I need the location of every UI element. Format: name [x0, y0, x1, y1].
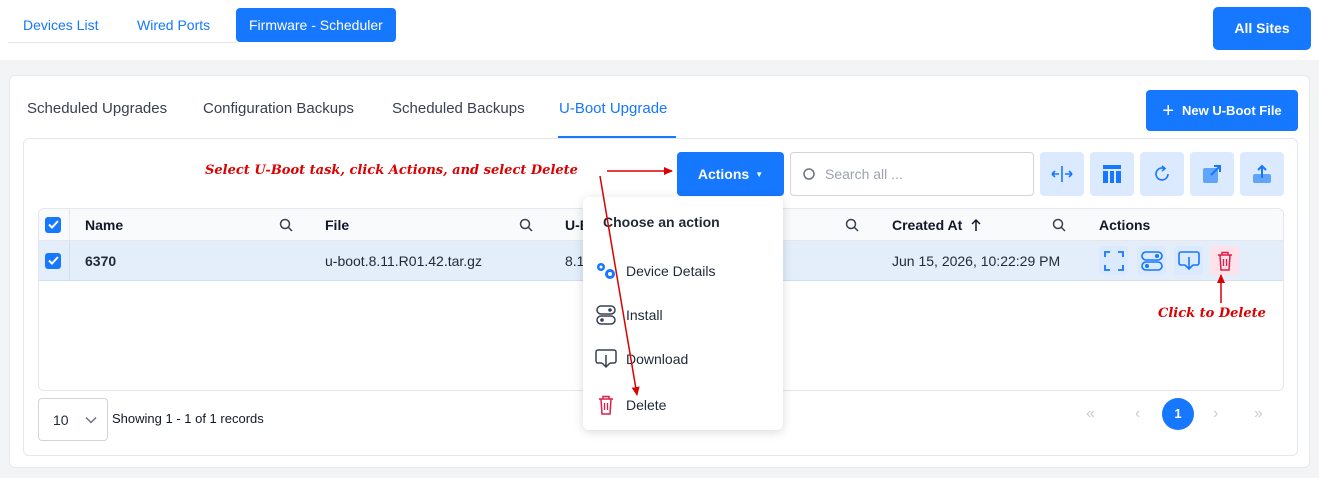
trash-icon — [599, 395, 613, 415]
cell-file: u-boot.8.11.R01.42.tar.gz — [325, 252, 482, 269]
row-details-button[interactable] — [1099, 246, 1128, 275]
expand-icon — [1103, 250, 1124, 271]
search-input[interactable] — [825, 166, 1015, 182]
new-uboot-file-label: New U-Boot File — [1182, 103, 1282, 118]
last-page-icon[interactable]: » — [1254, 398, 1263, 430]
menu-item-label: Install — [626, 307, 663, 323]
sort-up-icon[interactable] — [970, 209, 982, 240]
menu-item-install[interactable]: Install — [595, 305, 663, 325]
chevron-down-icon — [85, 416, 97, 424]
actions-dropdown: Choose an action Device Details Install … — [583, 197, 783, 430]
export-icon — [1203, 165, 1221, 183]
first-page-icon[interactable]: « — [1086, 398, 1095, 430]
gears-icon — [597, 263, 615, 279]
tab-wired-ports[interactable]: Wired Ports — [123, 8, 224, 42]
created-filter-icon[interactable] — [1052, 209, 1066, 240]
records-count: Showing 1 - 1 of 1 records — [112, 411, 264, 426]
plus-icon: + — [1162, 99, 1174, 122]
cell-uboot: 8.1 — [565, 252, 585, 269]
file-filter-icon[interactable] — [519, 209, 533, 240]
top-navigation: Devices List Wired Ports Firmware - Sche… — [0, 0, 1319, 60]
download-icon — [1177, 250, 1200, 270]
next-page-icon[interactable]: › — [1213, 398, 1218, 430]
check-icon — [47, 256, 59, 265]
header-actions: Actions — [1099, 216, 1151, 233]
search-icon — [803, 168, 815, 180]
refresh-button[interactable] — [1140, 152, 1184, 196]
cell-name: 6370 — [85, 252, 117, 269]
upload-icon — [1253, 164, 1271, 183]
columns-button[interactable] — [1090, 152, 1134, 196]
page-size-value: 10 — [53, 411, 69, 428]
header-name[interactable]: Name — [85, 209, 123, 240]
toggle-icon — [1140, 250, 1163, 271]
menu-item-label: Delete — [626, 397, 667, 413]
actions-label: Actions — [697, 166, 750, 182]
page-size-select[interactable]: 10 — [38, 398, 108, 441]
refresh-icon — [1155, 165, 1169, 181]
header-file[interactable]: File — [325, 209, 349, 240]
column-divider — [69, 209, 70, 240]
tab-uboot-upgrade[interactable]: U-Boot Upgrade — [559, 100, 667, 117]
menu-item-label: Device Details — [626, 263, 716, 279]
page-1-button[interactable]: 1 — [1162, 398, 1194, 430]
toggle-icon — [596, 305, 616, 325]
columns-icon — [1103, 165, 1121, 183]
new-uboot-file-button[interactable]: + New U-Boot File — [1146, 90, 1298, 131]
check-icon — [47, 220, 59, 229]
resize-columns-button[interactable] — [1040, 152, 1084, 196]
row-select-cell — [45, 241, 61, 280]
cell-created-at: Jun 15, 2026, 10:22:29 PM — [892, 252, 1061, 269]
header-created-at[interactable]: Created At — [892, 209, 962, 240]
caret-down-icon: ▼ — [755, 169, 764, 179]
uboot-filter-icon[interactable] — [845, 209, 859, 240]
menu-item-download[interactable]: Download — [595, 349, 688, 369]
prev-page-icon[interactable]: ‹ — [1135, 398, 1140, 430]
menu-item-delete[interactable]: Delete — [595, 395, 666, 415]
select-all-cell — [45, 209, 61, 240]
menu-item-label: Download — [626, 351, 689, 367]
click-delete-annotation: Click to Delete — [1158, 306, 1266, 321]
dropdown-title: Choose an action — [603, 214, 720, 230]
tab-devices-list[interactable]: Devices List — [9, 8, 112, 42]
row-checkbox[interactable] — [45, 252, 61, 269]
row-download-button[interactable] — [1174, 246, 1203, 275]
column-divider — [69, 241, 70, 280]
tab-configuration-backups[interactable]: Configuration Backups — [203, 100, 354, 117]
upload-button[interactable] — [1240, 152, 1284, 196]
tab-divider — [8, 42, 236, 43]
tab-scheduled-upgrades[interactable]: Scheduled Upgrades — [27, 100, 167, 117]
actions-button[interactable]: Actions ▼ — [677, 152, 784, 196]
export-button[interactable] — [1190, 152, 1234, 196]
name-filter-icon[interactable] — [279, 209, 293, 240]
select-all-checkbox[interactable] — [45, 216, 61, 233]
all-sites-button[interactable]: All Sites — [1213, 7, 1311, 50]
download-icon — [595, 349, 617, 369]
tab-firmware-scheduler[interactable]: Firmware - Scheduler — [236, 8, 396, 42]
row-install-button[interactable] — [1137, 246, 1166, 275]
instruction-annotation: Select U-Boot task, click Actions, and s… — [205, 163, 578, 178]
trash-icon — [1217, 251, 1232, 271]
search-box[interactable] — [790, 152, 1034, 196]
tab-scheduled-backups[interactable]: Scheduled Backups — [392, 100, 525, 117]
row-delete-button[interactable] — [1210, 246, 1239, 275]
menu-item-device-details[interactable]: Device Details — [595, 261, 715, 281]
resize-columns-icon — [1051, 166, 1073, 182]
